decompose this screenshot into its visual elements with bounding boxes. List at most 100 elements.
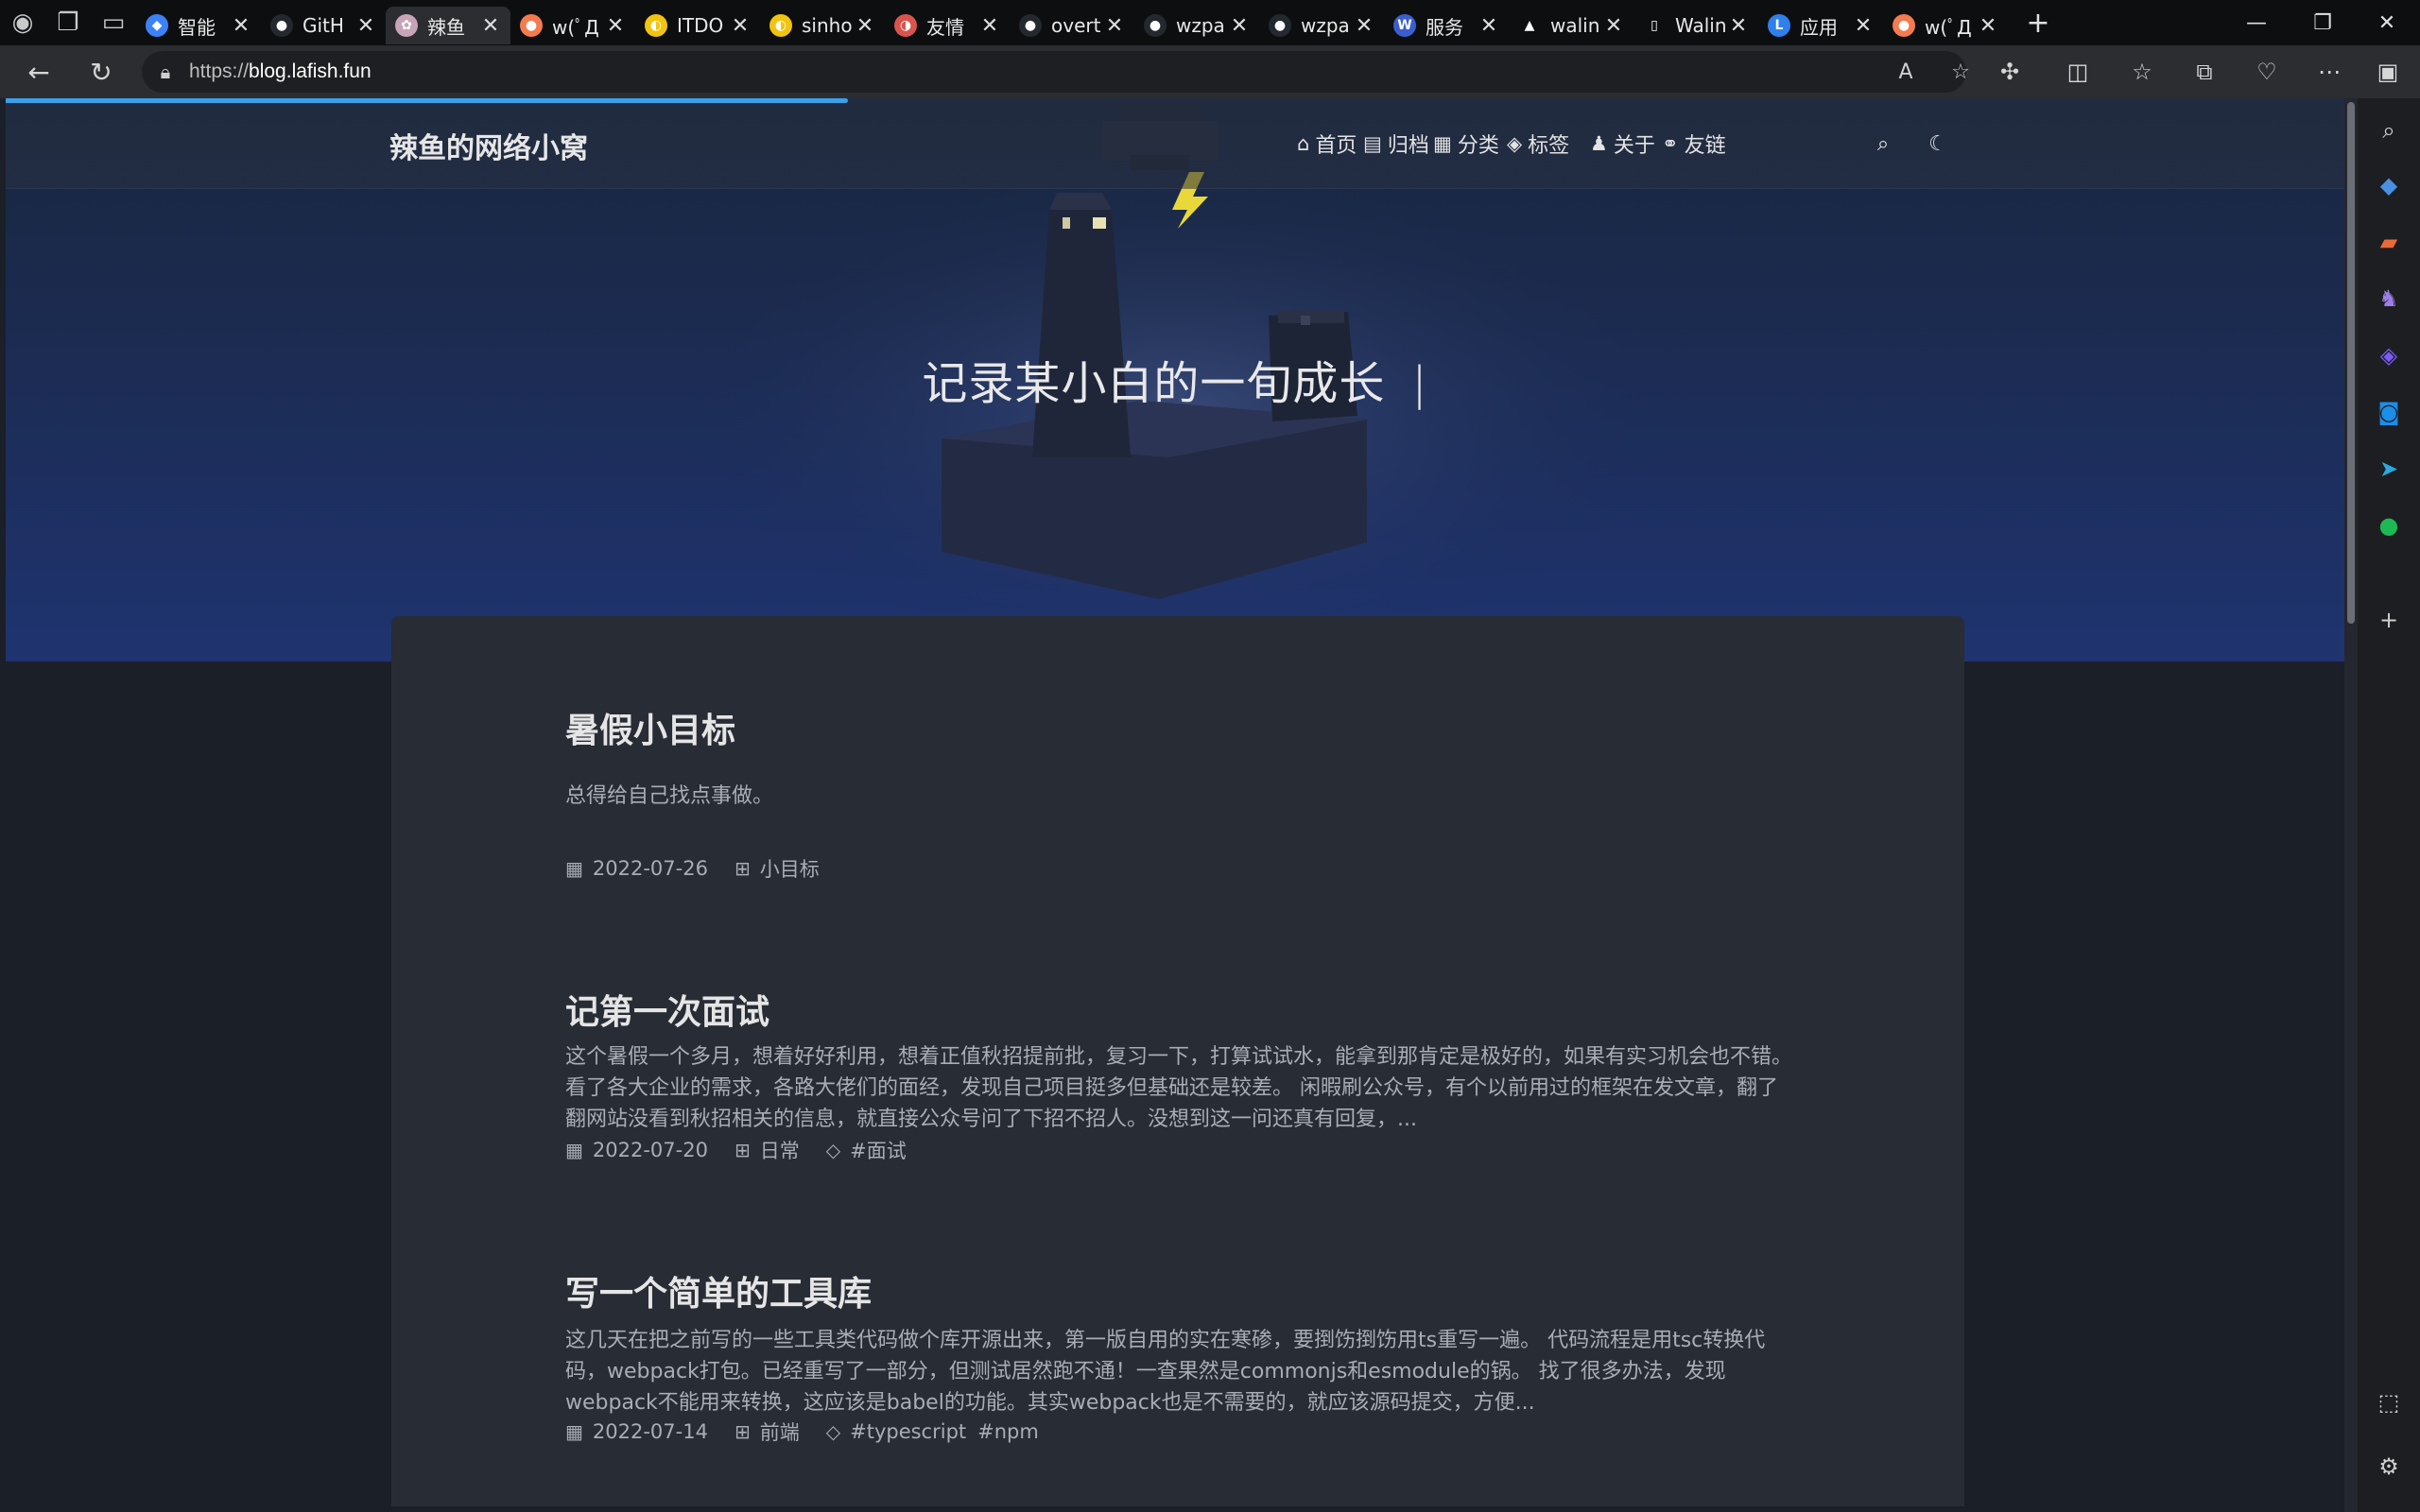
close-tab-icon[interactable]: ✕ (1978, 14, 1998, 38)
category-grid-icon: ⊞ (734, 1420, 751, 1443)
tab-title: sinho (802, 14, 853, 37)
post-tag[interactable]: #typescript (850, 1420, 966, 1443)
post-tag[interactable]: #npm (977, 1420, 1039, 1443)
page-viewport: 辣鱼的网络小窝 ⌂ 首页 ▤ 归档 ▦ 分类 ◈ 标签 ♟ 关于 ⚭ 友链 ⌕ ☾ 记录某小白的一旬成… (6, 98, 2344, 1506)
browser-tab[interactable]: L 应用 ✕ (1758, 7, 1883, 44)
url-text[interactable]: https://blog.lafish.fun (189, 60, 372, 83)
browser-essentials-icon[interactable]: ♡ (2238, 45, 2295, 98)
browser-tab[interactable]: ● overt ✕ (1010, 7, 1134, 44)
links-icon: ⚭ (1662, 132, 1679, 155)
browser-tab[interactable]: W 服务 ✕ (1384, 7, 1509, 44)
post-excerpt: 总得给自己找点事做。 (565, 784, 774, 808)
send-icon[interactable]: ➤ (2370, 450, 2408, 488)
nav-item-tags[interactable]: ◈ 标签 (1507, 127, 1569, 161)
spotify-icon[interactable]: ● (2370, 507, 2408, 544)
post-category[interactable]: ⊞ 前端 (735, 1418, 800, 1446)
close-tab-icon[interactable]: ✕ (855, 14, 875, 38)
tag-icon: ◇ (825, 1420, 841, 1443)
post-title[interactable]: 写一个简单的工具库 (565, 1266, 1794, 1315)
close-tab-icon[interactable]: ✕ (979, 14, 1000, 38)
favorite-star-icon[interactable]: ☆ (1940, 51, 1981, 93)
tab-favicon-icon: W (1393, 14, 1416, 37)
close-tab-icon[interactable]: ✕ (480, 14, 501, 38)
close-tab-icon[interactable]: ✕ (1603, 14, 1624, 38)
post-title[interactable]: 暑假小目标 (565, 703, 1794, 752)
post-category-text[interactable]: 前端 (760, 1418, 800, 1446)
more-menu-icon[interactable]: ⋯ (2301, 45, 2358, 98)
tab-favicon-icon: ▲ (1518, 14, 1541, 37)
tab-favicon-icon: L (1768, 14, 1790, 37)
sidebar-toggle-icon[interactable]: ▣ (2360, 45, 2416, 98)
post-tag[interactable]: #面试 (850, 1136, 907, 1164)
post-category[interactable]: ⊞ 小目标 (735, 854, 820, 883)
scrollbar-thumb[interactable] (2347, 102, 2355, 624)
browser-tab[interactable]: ✿ 辣鱼 ✕ (386, 7, 510, 44)
copilot-icon[interactable]: ◈ (2370, 336, 2408, 374)
lock-icon[interactable]: 🔒︎ (142, 60, 189, 83)
extensions-icon[interactable]: ✣ (1981, 45, 2038, 98)
vertical-tabs-icon[interactable]: ▭ (91, 0, 136, 45)
browser-tab[interactable]: ● GitH ✕ (261, 7, 386, 44)
close-tab-icon[interactable]: ✕ (231, 14, 251, 38)
screenshot-icon[interactable]: ⬚ (2370, 1383, 2408, 1421)
browser-tab[interactable]: ▲ walin ✕ (1509, 7, 1634, 44)
search-icon[interactable]: ⌕ (1868, 127, 1898, 161)
back-icon[interactable]: ← (8, 45, 70, 98)
close-tab-icon[interactable]: ✕ (1354, 14, 1374, 38)
post-title[interactable]: 记第一次面试 (565, 985, 1794, 1034)
browser-tab[interactable]: ● w(ﾟД ✕ (1883, 7, 2008, 44)
browser-tab[interactable]: ● wzpa ✕ (1259, 7, 1384, 44)
restore-icon[interactable]: ❐ (2290, 0, 2356, 45)
close-tab-icon[interactable]: ✕ (730, 14, 751, 38)
outlook-icon[interactable]: ◙ (2370, 393, 2408, 431)
close-tab-icon[interactable]: ✕ (1104, 14, 1125, 38)
post-category-text[interactable]: 日常 (760, 1136, 800, 1164)
browser-tab[interactable]: ▯ Walin ✕ (1634, 7, 1758, 44)
profile-avatar-icon[interactable]: ◉ (0, 0, 45, 45)
add-sidebar-app-icon[interactable]: + (2370, 601, 2408, 639)
post-category-text[interactable]: 小目标 (760, 854, 820, 883)
close-tab-icon[interactable]: ✕ (355, 14, 376, 38)
close-tab-icon[interactable]: ✕ (1728, 14, 1749, 38)
favorites-icon[interactable]: ☆ (2114, 45, 2170, 98)
shopping-tag-icon[interactable]: ◆ (2370, 166, 2408, 204)
tab-favicon-icon: ● (270, 14, 293, 37)
nav-item-links[interactable]: ⚭ 友链 (1662, 127, 1726, 161)
browser-tab[interactable]: ● wzpa ✕ (1134, 7, 1259, 44)
close-tab-icon[interactable]: ✕ (605, 14, 626, 38)
page-scrollbar[interactable] (2344, 98, 2358, 1512)
refresh-icon[interactable]: ↻ (70, 45, 132, 98)
dark-mode-toggle-icon[interactable]: ☾ (1923, 127, 1953, 161)
tab-favicon-icon: ✿ (395, 14, 418, 37)
search-icon[interactable]: ⌕ (2370, 112, 2408, 149)
sidebar-settings-gear-icon[interactable]: ⚙ (2370, 1448, 2408, 1486)
games-icon[interactable]: ♞ (2370, 280, 2408, 318)
tools-icon[interactable]: ▰ (2370, 223, 2408, 261)
nav-item-label: 友链 (1684, 134, 1726, 158)
close-tab-icon[interactable]: ✕ (1478, 14, 1499, 38)
close-tab-icon[interactable]: ✕ (1229, 14, 1250, 38)
address-bar[interactable]: 🔒︎ https://blog.lafish.fun A ☆ (142, 51, 1970, 93)
close-tab-icon[interactable]: ✕ (1853, 14, 1874, 38)
nav-item-categories[interactable]: ▦ 分类 (1433, 127, 1499, 161)
split-screen-icon[interactable]: ◫ (2049, 45, 2106, 98)
nav-item-archive[interactable]: ▤ 归档 (1363, 127, 1429, 161)
nav-item-label: 首页 (1315, 134, 1357, 158)
browser-tab[interactable]: ◐ ITDO ✕ (635, 7, 760, 44)
browser-tab[interactable]: ● w(ﾟД ✕ (510, 7, 635, 44)
new-tab-button[interactable]: + (2015, 0, 2061, 45)
browser-tab[interactable]: ◑ 友情 ✕ (885, 7, 1010, 44)
nav-item-home[interactable]: ⌂ 首页 (1297, 127, 1357, 161)
post-category[interactable]: ⊞ 日常 (735, 1136, 800, 1164)
browser-tab[interactable]: ◆ 智能 ✕ (136, 7, 261, 44)
nav-item-about[interactable]: ♟ 关于 (1590, 127, 1655, 161)
workspaces-icon[interactable]: ❐ (45, 0, 91, 45)
post-tags: ◇ #typescript #npm (826, 1420, 1050, 1443)
browser-tab[interactable]: ◐ sinho ✕ (760, 7, 885, 44)
minimize-icon[interactable]: — (2223, 0, 2290, 45)
calendar-icon: ▦ (565, 1420, 583, 1443)
close-window-icon[interactable]: ✕ (2354, 0, 2420, 45)
collections-icon[interactable]: ⧉ (2176, 45, 2233, 98)
read-aloud-icon[interactable]: A (1885, 51, 1927, 93)
site-title[interactable]: 辣鱼的网络小窝 (389, 125, 588, 166)
